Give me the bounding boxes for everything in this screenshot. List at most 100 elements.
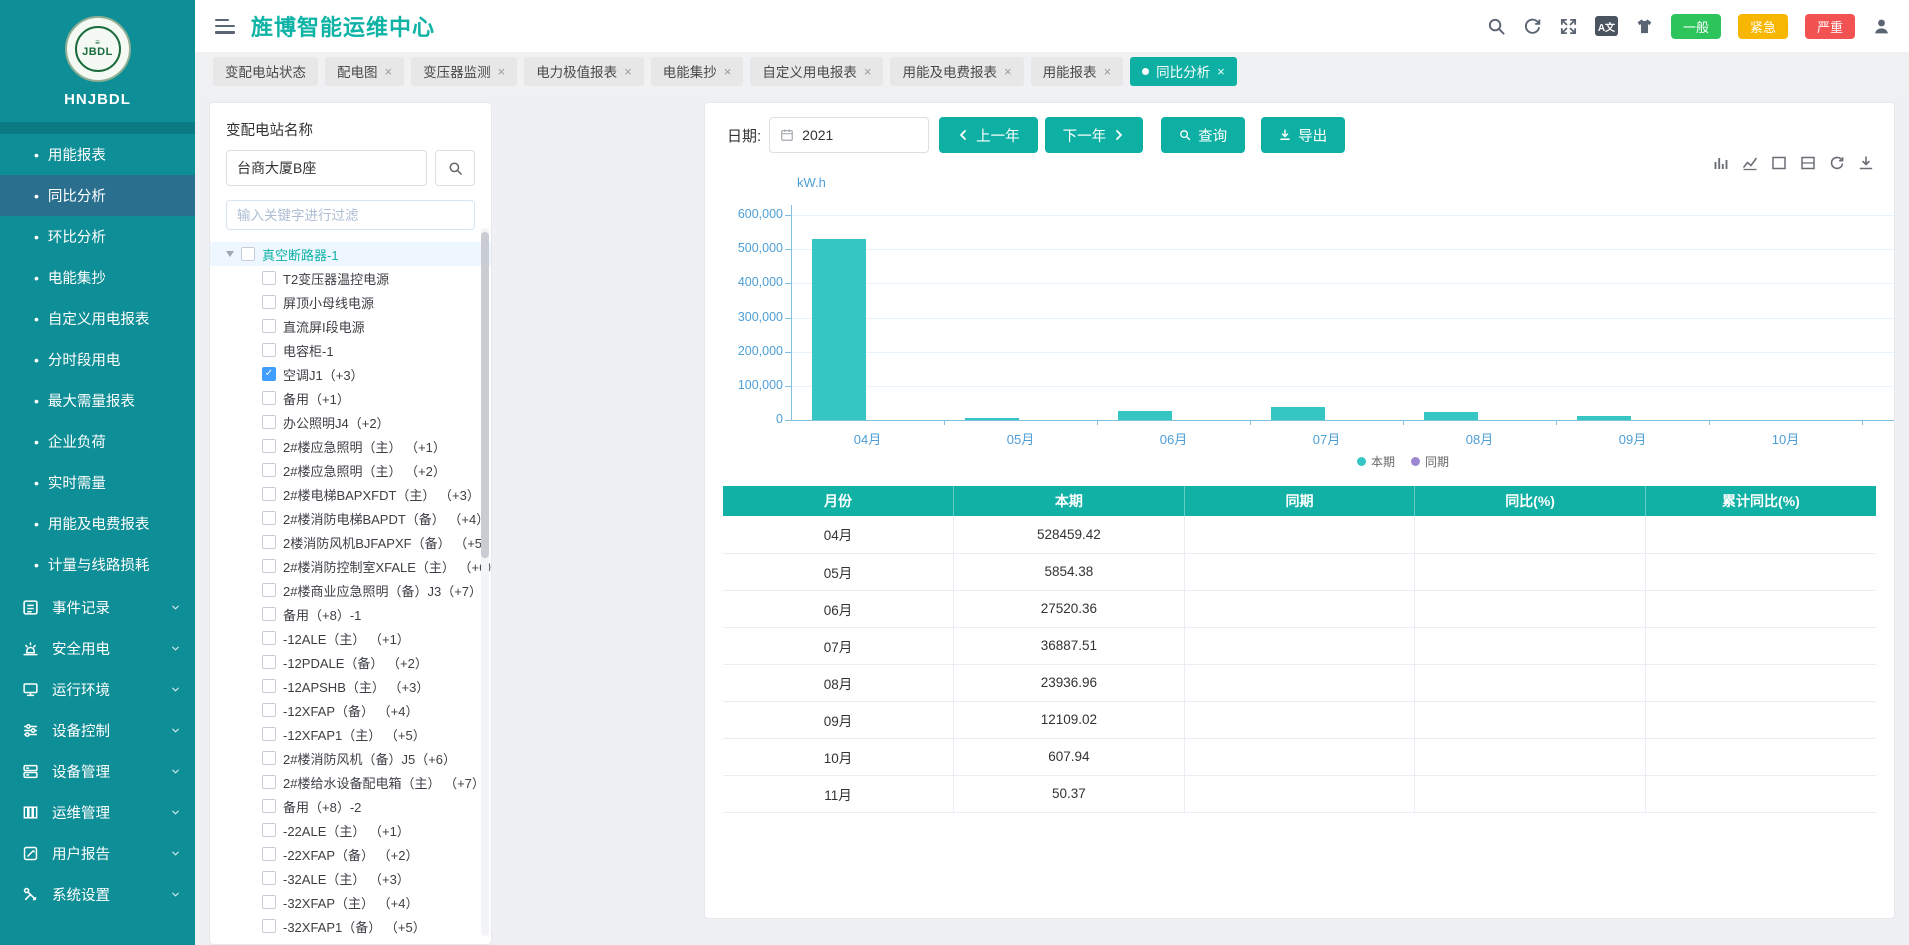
toolbox-line-chart-icon[interactable] — [1742, 155, 1758, 171]
tree-node-label[interactable]: 备用（+8）-2 — [283, 797, 361, 816]
legend-item-本期[interactable]: 本期 — [1357, 453, 1395, 470]
tree-checkbox[interactable] — [262, 823, 276, 837]
tree-checkbox[interactable] — [262, 871, 276, 885]
tree-node[interactable]: T2变压器温控电源 — [226, 266, 475, 290]
prev-year-button[interactable]: 上一年 — [939, 117, 1038, 153]
tree-node[interactable]: -12XFAP（备） （+4） — [226, 698, 475, 722]
tree-node-label[interactable]: 备用（+8）-1 — [283, 605, 361, 624]
sidebar-item-用能报表[interactable]: 用能报表 — [0, 134, 195, 175]
tree-checkbox[interactable] — [262, 919, 276, 933]
station-search-button[interactable] — [435, 150, 475, 186]
toolbox-bar-chart-icon[interactable] — [1713, 155, 1729, 171]
tree-node-label[interactable]: -12APSHB（主） （+3） — [283, 677, 429, 696]
tree-checkbox[interactable] — [262, 799, 276, 813]
tree-node[interactable]: -12PDALE（备） （+2） — [226, 650, 475, 674]
sidebar-item-环比分析[interactable]: 环比分析 — [0, 216, 195, 257]
tree-node-label[interactable]: 2#楼消防风机（备）J5（+6） — [283, 749, 456, 768]
alarm-badge-general[interactable]: 一般 — [1671, 14, 1721, 39]
tree-node-label[interactable]: 屏顶小母线电源 — [283, 293, 374, 312]
tree-node-root[interactable]: 真空断路器-1 — [210, 242, 491, 266]
tree-node-label[interactable]: 2#楼商业应急照明（备）J3（+7） — [283, 581, 482, 600]
tab-8[interactable]: 用能报表× — [1031, 57, 1124, 86]
tree-node[interactable]: 2#楼商业应急照明（备）J3（+7） — [226, 578, 475, 602]
tree-checkbox[interactable]: ✓ — [262, 367, 276, 381]
tab-6[interactable]: 自定义用电报表× — [750, 57, 883, 86]
toolbox-restore-icon[interactable] — [1829, 155, 1845, 171]
tree-node[interactable]: -32ALE（主） （+3） — [226, 866, 475, 890]
tab-1[interactable]: 变配电站状态 — [213, 57, 318, 86]
tree-node[interactable]: 2#楼应急照明（主） （+1） — [226, 434, 475, 458]
tree-node-label[interactable]: 备用（+1） — [283, 389, 350, 408]
sidebar-item-同比分析[interactable]: 同比分析 — [0, 175, 195, 216]
tree-checkbox[interactable] — [262, 655, 276, 669]
tree-node[interactable]: 屏顶小母线电源 — [226, 290, 475, 314]
tree-node[interactable]: -22XFAP（备） （+2） — [226, 842, 475, 866]
tree-node-label[interactable]: -32ALE（主） （+3） — [283, 869, 410, 888]
close-icon[interactable]: × — [385, 64, 393, 79]
alarm-badge-urgent[interactable]: 紧急 — [1738, 14, 1788, 39]
tab-5[interactable]: 电能集抄× — [651, 57, 744, 86]
tree-node-label[interactable]: -12XFAP1（主） （+5） — [283, 725, 426, 744]
station-name-input[interactable] — [226, 150, 427, 186]
tree-checkbox[interactable] — [262, 391, 276, 405]
export-button[interactable]: 导出 — [1261, 117, 1345, 153]
tree-node-label[interactable]: -22ALE（主） （+1） — [283, 821, 410, 840]
legend-item-同期[interactable]: 同期 — [1411, 453, 1449, 470]
tree-node[interactable]: -12ALE（主） （+1） — [226, 626, 475, 650]
tree-node-label[interactable]: 2#楼应急照明（主） （+2） — [283, 461, 446, 480]
translate-icon[interactable]: A文 — [1595, 16, 1618, 36]
tree-node-label[interactable]: -12ALE（主） （+1） — [283, 629, 410, 648]
sidebar-item-最大需量报表[interactable]: 最大需量报表 — [0, 380, 195, 421]
sidebar-group-设备控制[interactable]: 设备控制 — [0, 710, 195, 751]
tree-checkbox[interactable] — [262, 463, 276, 477]
tree-node[interactable]: 办公照明J4（+2） — [226, 410, 475, 434]
tab-2[interactable]: 配电图× — [325, 57, 404, 86]
refresh-icon[interactable] — [1523, 17, 1542, 36]
tree-node[interactable]: 2#楼消防控制室XFALE（主） （+6） — [226, 554, 475, 578]
tree-node[interactable]: 2#楼消防风机（备）J5（+6） — [226, 746, 475, 770]
tree-node[interactable]: -32XFAP1（备） （+5） — [226, 914, 475, 938]
tree-scrollbar[interactable] — [481, 228, 489, 936]
tree-node[interactable]: -12XFAP1（主） （+5） — [226, 722, 475, 746]
close-icon[interactable]: × — [864, 64, 872, 79]
tree-node-label[interactable]: 2#楼应急照明（主） （+1） — [283, 437, 446, 456]
search-icon[interactable] — [1487, 17, 1506, 36]
tree-node-label[interactable]: 2#楼电梯BAPXFDT（主） （+3） — [283, 485, 480, 504]
tree-node[interactable]: -32XFAP（主） （+4） — [226, 890, 475, 914]
fullscreen-icon[interactable] — [1559, 17, 1578, 36]
tree-node[interactable]: 备用（+1） — [226, 386, 475, 410]
tree-node-label[interactable]: -32XFAP（主） （+4） — [283, 893, 418, 912]
tree-node-label[interactable]: 2楼消防风机BJFAPXF（备） （+5） — [283, 533, 492, 552]
tab-7[interactable]: 用能及电费报表× — [890, 57, 1023, 86]
tree-checkbox[interactable] — [262, 343, 276, 357]
tree-node[interactable]: 2#楼应急照明（主） （+2） — [226, 458, 475, 482]
sidebar-group-运维管理[interactable]: 运维管理 — [0, 792, 195, 833]
tree-checkbox[interactable] — [262, 535, 276, 549]
tree-checkbox[interactable] — [262, 751, 276, 765]
tree-checkbox[interactable] — [262, 583, 276, 597]
tree-node-label[interactable]: 2#楼给水设备配电箱（主） （+7） — [283, 773, 485, 792]
sidebar-item-用能及电费报表[interactable]: 用能及电费报表 — [0, 503, 195, 544]
sidebar-item-分时段用电[interactable]: 分时段用电 — [0, 339, 195, 380]
tree-checkbox[interactable] — [262, 727, 276, 741]
tree-node[interactable]: 直流屏I段电源 — [226, 314, 475, 338]
close-icon[interactable]: × — [498, 64, 506, 79]
close-icon[interactable]: × — [624, 64, 632, 79]
sidebar-item-自定义用电报表[interactable]: 自定义用电报表 — [0, 298, 195, 339]
date-picker[interactable]: 2021 — [769, 117, 929, 153]
sidebar-group-设备管理[interactable]: 设备管理 — [0, 751, 195, 792]
close-icon[interactable]: × — [1217, 64, 1225, 79]
alarm-badge-severe[interactable]: 严重 — [1805, 14, 1855, 39]
close-icon[interactable]: × — [724, 64, 732, 79]
toolbox-download-icon[interactable] — [1858, 155, 1874, 171]
tree-checkbox[interactable] — [262, 487, 276, 501]
tree-node-label[interactable]: -12PDALE（备） （+2） — [283, 653, 428, 672]
next-year-button[interactable]: 下一年 — [1045, 117, 1144, 153]
sidebar-group-运行环境[interactable]: 运行环境 — [0, 669, 195, 710]
toolbox-tiled-icon[interactable] — [1800, 155, 1816, 171]
tree-node[interactable]: 备用（+8）-2 — [226, 794, 475, 818]
tree-checkbox[interactable] — [262, 271, 276, 285]
sidebar-item-企业负荷[interactable]: 企业负荷 — [0, 421, 195, 462]
tree-node[interactable]: -12APSHB（主） （+3） — [226, 674, 475, 698]
tree-checkbox[interactable] — [262, 439, 276, 453]
